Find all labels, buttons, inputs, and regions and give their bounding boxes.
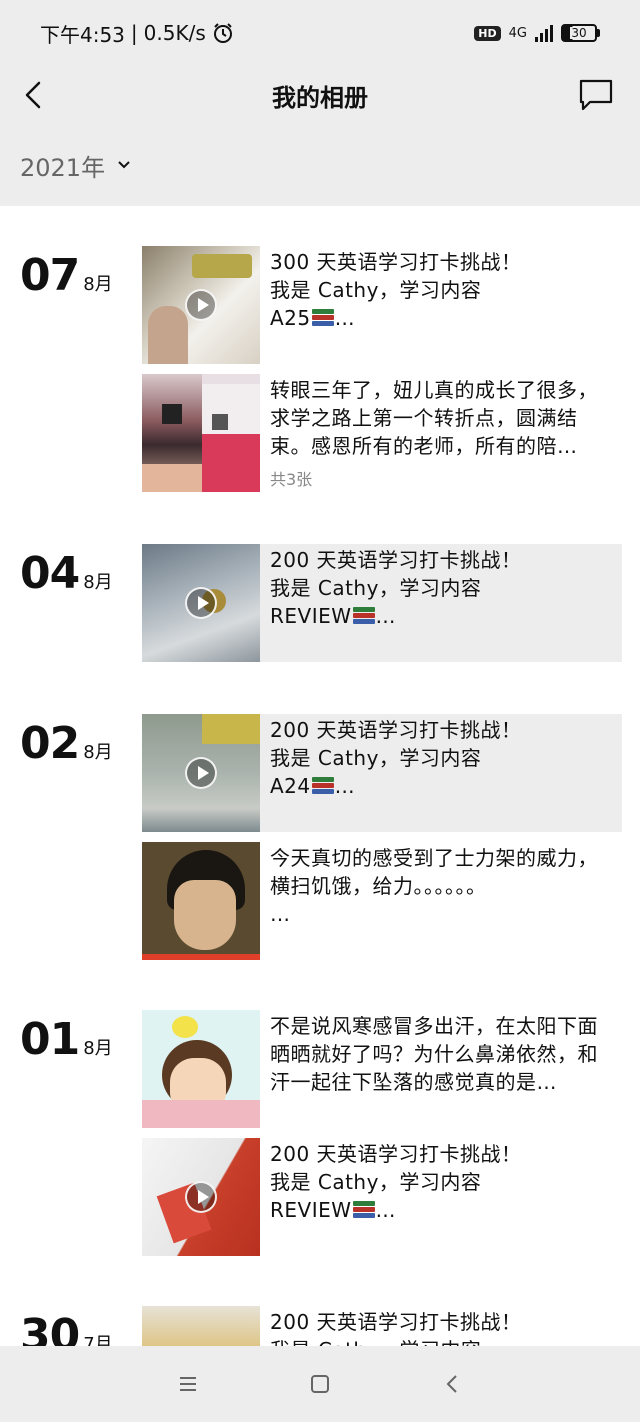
video-thumbnail bbox=[142, 246, 260, 364]
date-label: 07 8月 bbox=[20, 250, 113, 301]
post-line: 束。感恩所有的老师，所有的陪… bbox=[270, 434, 578, 458]
day-number: 02 bbox=[20, 718, 80, 769]
date-label: 04 8月 bbox=[20, 548, 113, 599]
post-text: 转眼三年了，妞儿真的成长了很多， 求学之路上第一个转折点，圆满结 束。感恩所有的… bbox=[270, 376, 620, 460]
play-icon bbox=[185, 757, 217, 789]
system-nav-bar bbox=[0, 1346, 640, 1422]
video-thumbnail bbox=[142, 1138, 260, 1256]
post-line: 汗一起往下坠落的感觉真的是… bbox=[270, 1070, 557, 1094]
post-item[interactable]: 200 天英语学习打卡挑战！ 我是 Cathy，学习内容 REVIEW … bbox=[142, 544, 622, 662]
post-item[interactable]: 300 天英语学习打卡挑战！ 我是 Cathy，学习内容 A25 … bbox=[142, 246, 622, 364]
chevron-left-icon[interactable] bbox=[18, 78, 52, 112]
post-line: 300 天英语学习打卡挑战！ bbox=[270, 250, 522, 274]
post-item[interactable]: 200 天英语学习打卡挑战！ 我是 Cathy，学习内容 A24 … bbox=[142, 714, 622, 832]
post-line: 求学之路上第一个转折点，圆满结 bbox=[270, 406, 578, 430]
post-text: 今天真切的感受到了士力架的威力， 横扫饥饿，给力。。。。。。 … bbox=[270, 844, 620, 928]
back-triangle-icon[interactable] bbox=[441, 1373, 463, 1395]
date-label: 30 7月 bbox=[20, 1310, 113, 1346]
menu-icon[interactable] bbox=[177, 1373, 199, 1395]
post-line: 我是 Cathy，学习内容 bbox=[270, 278, 482, 302]
year-label: 2021年 bbox=[20, 153, 106, 182]
post-ellipsis: … bbox=[375, 604, 397, 628]
signal-icon bbox=[535, 24, 553, 42]
books-icon bbox=[311, 776, 335, 796]
album-timeline: 07 8月 300 天英语学习打卡挑战！ 我是 Cathy，学习内容 A25 … bbox=[0, 206, 640, 1346]
day-number: 07 bbox=[20, 250, 80, 301]
status-separator: | bbox=[130, 21, 138, 45]
play-icon bbox=[185, 587, 217, 619]
post-line: 晒晒就好了吗？为什么鼻涕依然，和 bbox=[270, 1042, 598, 1066]
month-label: 8月 bbox=[83, 572, 113, 593]
photo-thumbnail bbox=[142, 1010, 260, 1128]
books-icon bbox=[352, 606, 376, 626]
post-text: 300 天英语学习打卡挑战！ 我是 Cathy，学习内容 A25 … bbox=[270, 248, 620, 332]
year-selector[interactable]: 2021年 bbox=[0, 124, 640, 206]
month-label: 8月 bbox=[83, 1038, 113, 1059]
page-title: 我的相册 bbox=[272, 83, 368, 112]
photo-thumbnail bbox=[142, 374, 260, 492]
post-line: 200 天英语学习打卡挑战！ bbox=[270, 1310, 522, 1334]
post-item[interactable]: 今天真切的感受到了士力架的威力， 横扫饥饿，给力。。。。。。 … bbox=[142, 842, 622, 960]
photo-thumbnail bbox=[142, 1306, 260, 1346]
post-line: 我是 Cathy，学习内容 bbox=[270, 576, 482, 600]
post-ellipsis: … bbox=[334, 306, 356, 330]
message-icon[interactable] bbox=[578, 78, 614, 112]
post-line: 横扫饥饿，给力。。。。。。 bbox=[270, 874, 487, 898]
books-icon bbox=[352, 1200, 376, 1220]
post-text: 200 天英语学习打卡挑战！ 我是 Cathy，学习内容 A24 … bbox=[270, 716, 620, 800]
date-label: 01 8月 bbox=[20, 1014, 113, 1065]
status-time: 下午4:53 bbox=[40, 22, 125, 47]
day-number: 01 bbox=[20, 1014, 80, 1065]
post-text: 200 天英语学习打卡挑战！ 我是 Cathy，学习内容 REVIEW … bbox=[270, 546, 620, 630]
video-thumbnail bbox=[142, 714, 260, 832]
network-speed: 0.5K/s bbox=[143, 21, 206, 45]
alarm-clock-icon bbox=[213, 23, 232, 43]
post-line: 我是 Cathy，学习内容 bbox=[270, 746, 482, 770]
chevron-down-icon bbox=[118, 161, 130, 169]
play-icon bbox=[185, 1181, 217, 1213]
post-item[interactable]: 转眼三年了，妞儿真的成长了很多， 求学之路上第一个转折点，圆满结 束。感恩所有的… bbox=[142, 374, 622, 492]
post-item[interactable]: 200 天英语学习打卡挑战！ 我是 Cathy，学习内容 REVIEW … bbox=[142, 1138, 622, 1256]
date-label: 02 8月 bbox=[20, 718, 113, 769]
post-line: A25 bbox=[270, 306, 311, 330]
post-line: 我是 Cathy，学习内容 bbox=[270, 1336, 620, 1346]
status-bar: 下午4:53 | 0.5K/s HD 4G 30 bbox=[0, 0, 640, 66]
month-label: 8月 bbox=[83, 742, 113, 763]
post-line: 200 天英语学习打卡挑战！ bbox=[270, 718, 522, 742]
network-type: 4G bbox=[508, 25, 527, 41]
photo-thumbnail bbox=[142, 842, 260, 960]
books-icon bbox=[311, 308, 335, 328]
battery-icon: 30 bbox=[561, 24, 600, 42]
day-number: 04 bbox=[20, 548, 80, 599]
post-item[interactable]: 不是说风寒感冒多出汗，在太阳下面 晒晒就好了吗？为什么鼻涕依然，和 汗一起往下坠… bbox=[142, 1010, 622, 1128]
post-line: 今天真切的感受到了士力架的威力， bbox=[270, 846, 598, 870]
hd-badge: HD bbox=[474, 25, 501, 41]
post-text: 200 天英语学习打卡挑战！ 我是 Cathy，学习内容 REVIEW … bbox=[270, 1140, 620, 1224]
post-line: 200 天英语学习打卡挑战！ bbox=[270, 548, 522, 572]
post-line: A24 bbox=[270, 774, 311, 798]
post-ellipsis: … bbox=[334, 774, 356, 798]
post-text: 200 天英语学习打卡挑战！ 我是 Cathy，学习内容 bbox=[270, 1308, 620, 1346]
post-line: … bbox=[270, 902, 291, 926]
post-text: 不是说风寒感冒多出汗，在太阳下面 晒晒就好了吗？为什么鼻涕依然，和 汗一起往下坠… bbox=[270, 1012, 620, 1096]
video-thumbnail bbox=[142, 544, 260, 662]
day-number: 30 bbox=[20, 1310, 80, 1346]
post-line: REVIEW bbox=[270, 1198, 352, 1222]
post-item[interactable]: 200 天英语学习打卡挑战！ 我是 Cathy，学习内容 bbox=[142, 1306, 622, 1346]
nav-bar: 我的相册 bbox=[0, 66, 640, 124]
post-line: 转眼三年了，妞儿真的成长了很多， bbox=[270, 378, 598, 402]
battery-level: 30 bbox=[570, 26, 588, 40]
play-icon bbox=[185, 289, 217, 321]
post-ellipsis: … bbox=[375, 1198, 397, 1222]
post-line: 我是 Cathy，学习内容 bbox=[270, 1170, 482, 1194]
month-label: 8月 bbox=[83, 274, 113, 295]
post-line: 不是说风寒感冒多出汗，在太阳下面 bbox=[270, 1014, 598, 1038]
photo-count: 共3张 bbox=[270, 470, 313, 489]
post-line: 200 天英语学习打卡挑战！ bbox=[270, 1142, 522, 1166]
month-label: 7月 bbox=[83, 1334, 113, 1346]
post-line: REVIEW bbox=[270, 604, 352, 628]
home-square-icon[interactable] bbox=[309, 1373, 331, 1395]
